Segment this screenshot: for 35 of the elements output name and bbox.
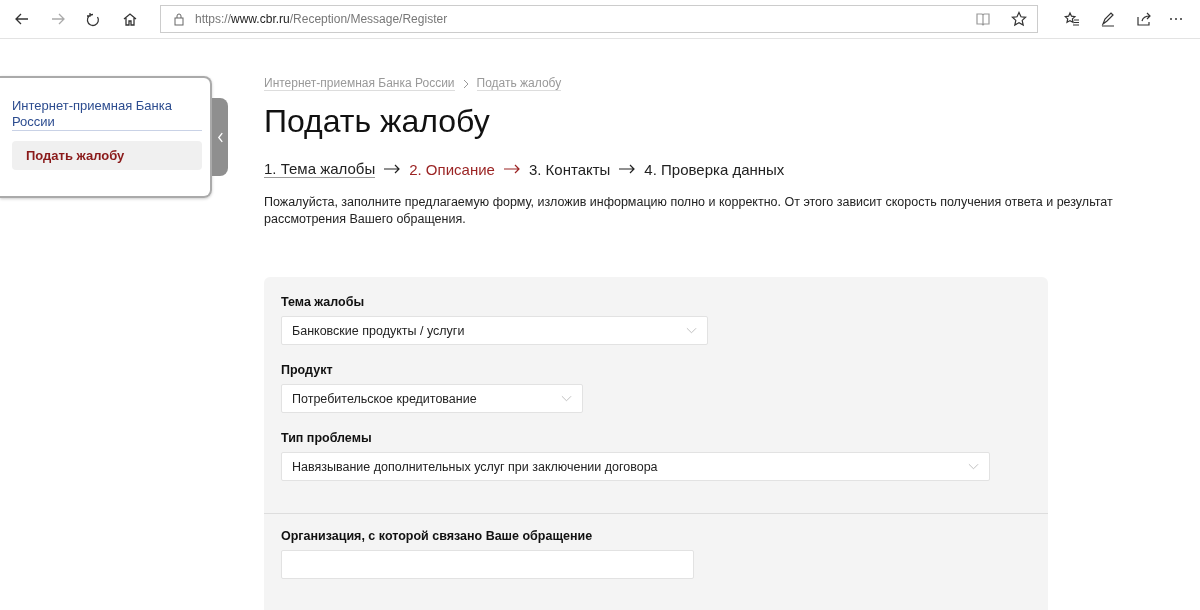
lock-icon — [173, 12, 185, 26]
pen-icon[interactable] — [1100, 11, 1116, 27]
intro-text: Пожалуйста, заполните предлагаемую форму, изложив информацию полно и корректно. От этого зависит скорость получения ответа и результат рассмотрения Вашего обращения. — [264, 194, 1114, 228]
arrow-icon — [503, 164, 520, 174]
refresh-icon[interactable] — [86, 11, 102, 27]
field-label: Тема жалобы — [281, 295, 366, 309]
step-label: 4. Проверка данных — [644, 160, 785, 178]
step-label: 3. Контакты — [528, 160, 611, 178]
chevron-right-icon — [462, 78, 469, 89]
chevron-down-icon — [561, 395, 572, 402]
home-icon[interactable] — [122, 11, 138, 27]
arrow-icon — [384, 164, 401, 174]
arrow-icon — [619, 164, 636, 174]
chevron-down-icon — [968, 463, 979, 470]
page-title: Подать жалобу — [264, 103, 491, 140]
chevron-left-icon — [216, 131, 224, 143]
share-icon[interactable] — [1136, 11, 1152, 27]
chevron-down-icon — [686, 327, 697, 334]
dropdown[interactable]: Потребительское кредитование — [281, 384, 583, 413]
input-field[interactable] — [281, 550, 694, 579]
sidebar-link[interactable]: Интернет-приемная Банка России — [12, 98, 202, 131]
collapse-handle[interactable] — [212, 98, 228, 176]
step-label: 2. Описание — [409, 160, 495, 178]
address-bar[interactable]: https://www.cbr.ru/Reception/Message/Register — [160, 5, 1038, 33]
star-icon[interactable] — [1011, 11, 1027, 27]
dropdown[interactable]: Навязывание дополнительных услуг при заключении договора — [281, 452, 990, 481]
url-text: https://www.cbr.ru/Reception/Message/Register — [195, 12, 448, 26]
back-icon[interactable] — [14, 11, 30, 27]
field-label: Организация, с которой связано Ваше обращение — [281, 529, 594, 543]
dropdown[interactable]: Банковские продукты / услуги — [281, 316, 708, 345]
favorites-icon[interactable] — [1064, 11, 1080, 27]
sidebar-item[interactable]: Подать жалобу — [12, 141, 202, 170]
field-label: Продукт — [281, 363, 334, 377]
step-label[interactable]: 1. Тема жалобы — [264, 160, 376, 178]
field-label: Тип проблемы — [281, 431, 373, 445]
